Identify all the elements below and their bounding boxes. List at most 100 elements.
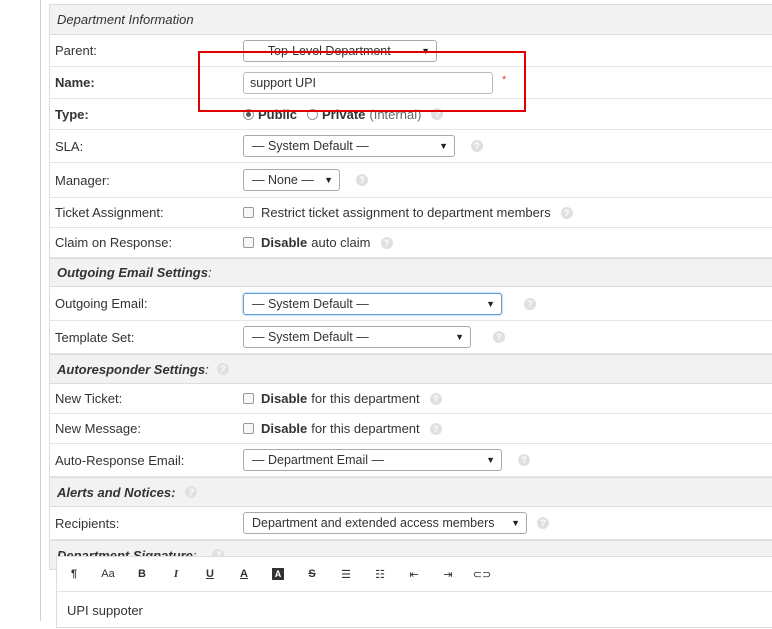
name-label: Name: <box>55 75 95 90</box>
row-claim-on-response: Claim on Response: Disable auto claim ? <box>50 228 772 258</box>
help-icon[interactable]: ? <box>429 392 442 405</box>
sla-select-value: — System Default — <box>252 139 369 153</box>
template-set-value: — System Default — <box>252 330 369 344</box>
help-icon[interactable]: ? <box>185 486 198 498</box>
auto-response-email-value: — Department Email — <box>252 453 384 467</box>
help-icon[interactable]: ? <box>380 236 393 249</box>
strikethrough-icon[interactable]: S <box>295 568 329 580</box>
auto-response-email-select[interactable]: — Department Email — ▼ <box>243 449 502 471</box>
chevron-down-icon: ▼ <box>455 332 464 342</box>
font-size-icon[interactable]: Aa <box>91 568 125 580</box>
outgoing-email-select[interactable]: — System Default — ▼ <box>243 292 502 315</box>
new-ticket-checkbox[interactable] <box>243 393 254 404</box>
help-icon[interactable]: ? <box>356 174 368 186</box>
paragraph-format-icon[interactable]: ¶ <box>57 568 91 580</box>
row-auto-response-email: Auto-Response Email: — Department Email … <box>50 444 772 477</box>
left-sidebar <box>0 0 41 621</box>
chevron-down-icon: ▼ <box>421 45 430 56</box>
background-color-icon[interactable]: A <box>272 568 284 580</box>
claim-checkbox[interactable] <box>243 237 254 248</box>
row-ticket-assignment: Ticket Assignment: Restrict ticket assig… <box>50 198 772 228</box>
chevron-down-icon: ▼ <box>486 455 495 465</box>
name-input[interactable]: support UPI <box>243 71 493 94</box>
parent-select-value: — Top-Level Department — <box>252 43 407 58</box>
new-message-checkbox[interactable] <box>243 423 254 434</box>
manager-select-value: — None — <box>252 173 314 187</box>
row-manager: Manager: — None — ▼ ? <box>50 163 772 198</box>
new-message-bold: Disable <box>261 421 308 436</box>
row-template-set: Template Set: — System Default — ▼ ? <box>50 321 772 354</box>
ticket-assignment-label: Ticket Assignment: <box>55 205 164 220</box>
underline-icon[interactable]: U <box>193 568 227 580</box>
help-icon[interactable]: ? <box>524 297 536 310</box>
chevron-down-icon: ▼ <box>324 175 333 185</box>
section-outgoing-email: Outgoing Email Settings: <box>50 258 772 287</box>
type-private-radio[interactable] <box>307 108 319 120</box>
help-icon[interactable]: ? <box>493 331 505 343</box>
row-type: Type: Public Private (Internal) ? <box>50 99 772 130</box>
font-color-icon[interactable]: A <box>227 568 261 580</box>
row-parent: Parent: — Top-Level Department — ▼ <box>50 35 772 67</box>
ticket-assignment-checkbox[interactable] <box>243 207 254 218</box>
recipients-label: Recipients: <box>55 515 120 531</box>
template-set-select[interactable]: — System Default — ▼ <box>243 326 471 348</box>
row-outgoing-email: Outgoing Email: — System Default — ▼ ? <box>50 287 772 321</box>
row-new-message: New Message: Disable for this department… <box>50 414 772 444</box>
department-form: Department Information Parent: — Top-Lev… <box>49 4 772 570</box>
help-icon[interactable]: ? <box>518 454 530 466</box>
row-recipients: Recipients: Department and extended acce… <box>50 507 772 540</box>
section-department-information: Department Information <box>50 4 772 35</box>
section-title: Outgoing Email Settings <box>57 265 208 280</box>
manager-select[interactable]: — None — ▼ <box>243 169 340 191</box>
new-message-label: New Message: <box>55 421 141 436</box>
help-icon[interactable]: ? <box>429 422 442 435</box>
row-sla: SLA: — System Default — ▼ ? <box>50 130 772 163</box>
type-private-hint: (Internal) <box>369 106 422 122</box>
new-ticket-text: for this department <box>311 391 420 406</box>
bullet-list-icon[interactable]: ☰ <box>329 568 363 581</box>
parent-select[interactable]: — Top-Level Department — ▼ <box>243 39 437 62</box>
chevron-down-icon: ▼ <box>439 141 448 151</box>
section-title: Alerts and Notices: <box>57 484 176 500</box>
section-title: Autoresponder Settings <box>57 361 206 377</box>
claim-bold: Disable <box>261 235 308 250</box>
type-public-radio[interactable] <box>243 108 254 120</box>
numbered-list-icon[interactable]: ☷ <box>363 568 397 581</box>
claim-text: auto claim <box>311 235 371 250</box>
outdent-icon[interactable]: ⇤ <box>397 568 431 581</box>
parent-label: Parent: <box>55 43 97 58</box>
sla-select[interactable]: — System Default — ▼ <box>243 135 455 157</box>
editor-toolbar: ¶ Aa B I U A A S ☰ ☷ ⇤ ⇥ ⊂⊃ <box>57 557 772 592</box>
outgoing-email-label: Outgoing Email: <box>55 296 148 311</box>
type-public-label: Public <box>258 106 298 122</box>
signature-editor[interactable]: ¶ Aa B I U A A S ☰ ☷ ⇤ ⇥ ⊂⊃ UPI suppoter <box>56 556 772 628</box>
link-icon[interactable]: ⊂⊃ <box>465 568 499 581</box>
help-icon[interactable]: ? <box>537 517 549 529</box>
section-alerts: Alerts and Notices: ? <box>50 477 772 507</box>
claim-label: Claim on Response: <box>55 235 173 250</box>
section-autoresponder: Autoresponder Settings: ? <box>50 354 772 384</box>
italic-icon[interactable]: I <box>159 568 193 580</box>
new-ticket-bold: Disable <box>261 391 308 406</box>
help-icon[interactable]: ? <box>471 140 483 152</box>
help-icon[interactable]: ? <box>431 108 444 120</box>
help-icon[interactable]: ? <box>560 206 573 219</box>
new-message-text: for this department <box>311 421 420 436</box>
recipients-value: Department and extended access members <box>252 516 495 530</box>
row-new-ticket: New Ticket: Disable for this department … <box>50 384 772 414</box>
chevron-down-icon: ▼ <box>486 298 495 309</box>
auto-response-email-label: Auto-Response Email: <box>55 452 185 468</box>
indent-icon[interactable]: ⇥ <box>431 568 465 581</box>
type-private-label: Private <box>322 106 366 122</box>
help-icon[interactable]: ? <box>216 363 229 375</box>
outgoing-email-value: — System Default — <box>252 296 369 311</box>
ticket-assignment-text: Restrict ticket assignment to department… <box>261 205 551 220</box>
section-title: Department Information <box>57 12 194 27</box>
signature-content[interactable]: UPI suppoter <box>57 592 772 629</box>
chevron-down-icon: ▼ <box>511 518 520 528</box>
manager-label: Manager: <box>55 172 110 188</box>
recipients-select[interactable]: Department and extended access members ▼ <box>243 512 527 534</box>
row-name: Name: support UPI * <box>50 67 772 99</box>
new-ticket-label: New Ticket: <box>55 391 123 406</box>
bold-icon[interactable]: B <box>125 568 159 580</box>
